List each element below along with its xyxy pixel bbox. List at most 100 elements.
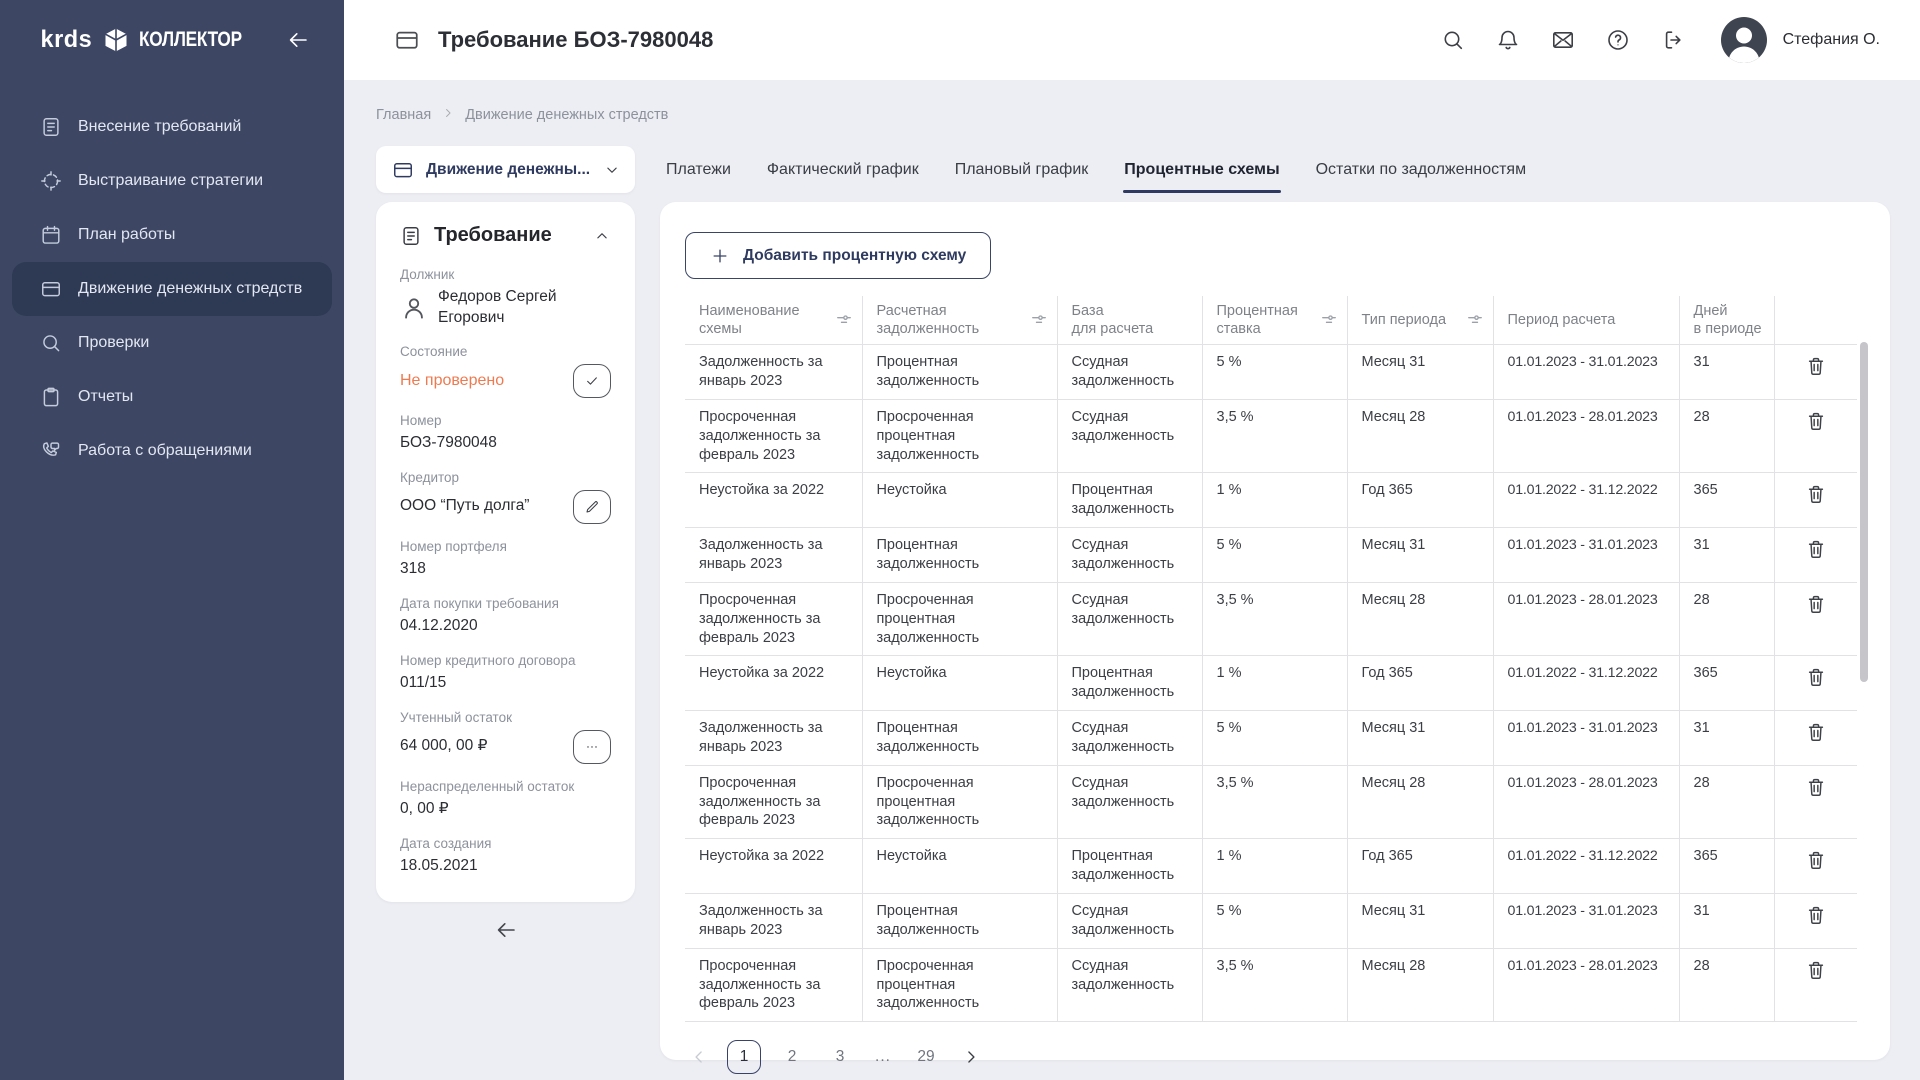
sidebar-collapse-button[interactable] xyxy=(286,28,310,52)
row-actions-cell xyxy=(1774,839,1857,894)
sidebar-nav: Внесение требованийВыстраивание стратеги… xyxy=(0,100,344,478)
delete-row-button[interactable] xyxy=(1805,355,1827,377)
tab-payments[interactable]: Платежи xyxy=(665,146,732,193)
sidebar-item-strategy[interactable]: Выстраивание стратегии xyxy=(12,154,332,208)
sidebar-item-cash-flow[interactable]: Движение денежных стредств xyxy=(12,262,332,316)
table-row: Задолженность за январь 2023Процентная з… xyxy=(685,711,1857,766)
pagination-page-1[interactable]: 1 xyxy=(727,1040,761,1074)
plus-icon xyxy=(710,246,730,266)
table-cell: Ссудная задолженность xyxy=(1057,711,1202,766)
logo-wordmark: krds xyxy=(41,26,93,54)
trash-icon xyxy=(1805,593,1827,615)
calendar-icon xyxy=(40,224,62,246)
claim-field: Дата покупки требования 04.12.2020 xyxy=(400,596,611,638)
table-cell: Месяц 31 xyxy=(1347,711,1493,766)
filter-icon xyxy=(1465,310,1485,330)
table-cell: Задолженность за январь 2023 xyxy=(685,711,862,766)
doc-lines-icon xyxy=(40,116,62,138)
sidebar-header: krds КОЛЛЕКТОР xyxy=(0,0,344,54)
tab-planned-schedule[interactable]: Плановый график xyxy=(954,146,1090,193)
pencil-button[interactable] xyxy=(573,490,611,524)
trash-icon xyxy=(1805,410,1827,432)
table-cell: Просроченная процентная задолженность xyxy=(862,399,1057,473)
breadcrumb-item[interactable]: Главная xyxy=(376,107,431,123)
table-cell: 01.01.2023 - 31.01.2023 xyxy=(1493,345,1679,400)
row-actions-cell xyxy=(1774,656,1857,711)
logo-product-name: КОЛЛЕКТОР xyxy=(139,28,242,52)
pagination-page-3[interactable]: 3 xyxy=(823,1040,857,1074)
sidebar-item-work-plan[interactable]: План работы xyxy=(12,208,332,262)
table-cell: Процентная задолженность xyxy=(1057,473,1202,528)
tab-interest-schemes[interactable]: Процентные схемы xyxy=(1123,146,1280,193)
help-button[interactable] xyxy=(1606,28,1630,52)
add-scheme-button[interactable]: Добавить процентную схему xyxy=(685,232,991,279)
column-header-label: Тип периода xyxy=(1362,311,1447,329)
ellipsis-button[interactable] xyxy=(573,730,611,764)
field-value: 04.12.2020 xyxy=(400,616,478,637)
sidebar-item-reports[interactable]: Отчеты xyxy=(12,370,332,424)
table-cell: 28 xyxy=(1679,948,1774,1022)
claim-field: Учтенный остаток 64 000, 00 ₽ xyxy=(400,710,611,764)
table-scrollbar[interactable] xyxy=(1860,342,1868,682)
column-filter-button[interactable] xyxy=(1319,310,1339,330)
table-cell: 01.01.2023 - 28.01.2023 xyxy=(1493,582,1679,656)
notifications-button[interactable] xyxy=(1496,28,1520,52)
delete-row-button[interactable] xyxy=(1805,776,1827,798)
section-dropdown-label: Движение денежны... xyxy=(426,161,591,179)
pagination-page-2[interactable]: 2 xyxy=(775,1040,809,1074)
field-value: 0, 00 ₽ xyxy=(400,799,449,820)
delete-row-button[interactable] xyxy=(1805,410,1827,432)
delete-row-button[interactable] xyxy=(1805,721,1827,743)
column-filter-button[interactable] xyxy=(834,310,854,330)
table-cell: 28 xyxy=(1679,765,1774,839)
delete-row-button[interactable] xyxy=(1805,593,1827,615)
trash-icon xyxy=(1805,483,1827,505)
delete-row-button[interactable] xyxy=(1805,959,1827,981)
delete-row-button[interactable] xyxy=(1805,483,1827,505)
user-chip[interactable]: Стефания О. xyxy=(1721,17,1880,63)
field-label: Нераспределенный остаток xyxy=(400,779,611,794)
pagination-next-button[interactable] xyxy=(957,1047,985,1067)
table-cell: Процентная задолженность xyxy=(862,893,1057,948)
claim-field: Номер кредитного договора 011/15 xyxy=(400,653,611,695)
mail-button[interactable] xyxy=(1551,28,1575,52)
sidepanel-collapse-button[interactable] xyxy=(376,918,635,942)
chevron-down-icon xyxy=(603,161,621,179)
section-dropdown[interactable]: Движение денежны... xyxy=(376,146,635,193)
table-cell: Задолженность за январь 2023 xyxy=(685,528,862,583)
trash-icon xyxy=(1805,538,1827,560)
row-actions-cell xyxy=(1774,582,1857,656)
sidebar-item-appeals[interactable]: Работа с обращениями xyxy=(12,424,332,478)
table-cell: Неустойка xyxy=(862,656,1057,711)
table-cell: 01.01.2023 - 28.01.2023 xyxy=(1493,948,1679,1022)
topbar-actions xyxy=(1441,28,1685,52)
table-cell: Неустойка за 2022 xyxy=(685,656,862,711)
field-label: Учтенный остаток xyxy=(400,710,611,725)
panel-collapse-chevron-button[interactable] xyxy=(593,227,611,245)
tab-actual-schedule[interactable]: Фактический график xyxy=(766,146,920,193)
logout-button[interactable] xyxy=(1661,28,1685,52)
column-filter-button[interactable] xyxy=(1029,310,1049,330)
avatar[interactable] xyxy=(1721,17,1767,63)
app-logo[interactable]: krds КОЛЛЕКТОР xyxy=(40,26,264,54)
sidebar-item-checks[interactable]: Проверки xyxy=(12,316,332,370)
delete-row-button[interactable] xyxy=(1805,904,1827,926)
delete-row-button[interactable] xyxy=(1805,538,1827,560)
topbar: Требование БОЗ-7980048 xyxy=(344,0,1920,80)
tab-balances[interactable]: Остатки по задолженностям xyxy=(1315,146,1527,193)
delete-row-button[interactable] xyxy=(1805,849,1827,871)
check-button[interactable] xyxy=(573,364,611,398)
column-header-label: Дней в периоде xyxy=(1694,302,1762,338)
trash-icon xyxy=(1805,355,1827,377)
search-button[interactable] xyxy=(1441,28,1465,52)
sidebar-item-claims-entry[interactable]: Внесение требований xyxy=(12,100,332,154)
pagination-prev-button[interactable] xyxy=(685,1047,713,1067)
table-cell: Месяц 28 xyxy=(1347,582,1493,656)
row-actions-cell xyxy=(1774,473,1857,528)
table-cell: 1 % xyxy=(1202,839,1347,894)
delete-row-button[interactable] xyxy=(1805,666,1827,688)
column-filter-button[interactable] xyxy=(1465,310,1485,330)
column-header: Дней в периоде xyxy=(1679,296,1774,345)
pagination-page-29[interactable]: 29 xyxy=(909,1040,943,1074)
table-cell: 5 % xyxy=(1202,345,1347,400)
